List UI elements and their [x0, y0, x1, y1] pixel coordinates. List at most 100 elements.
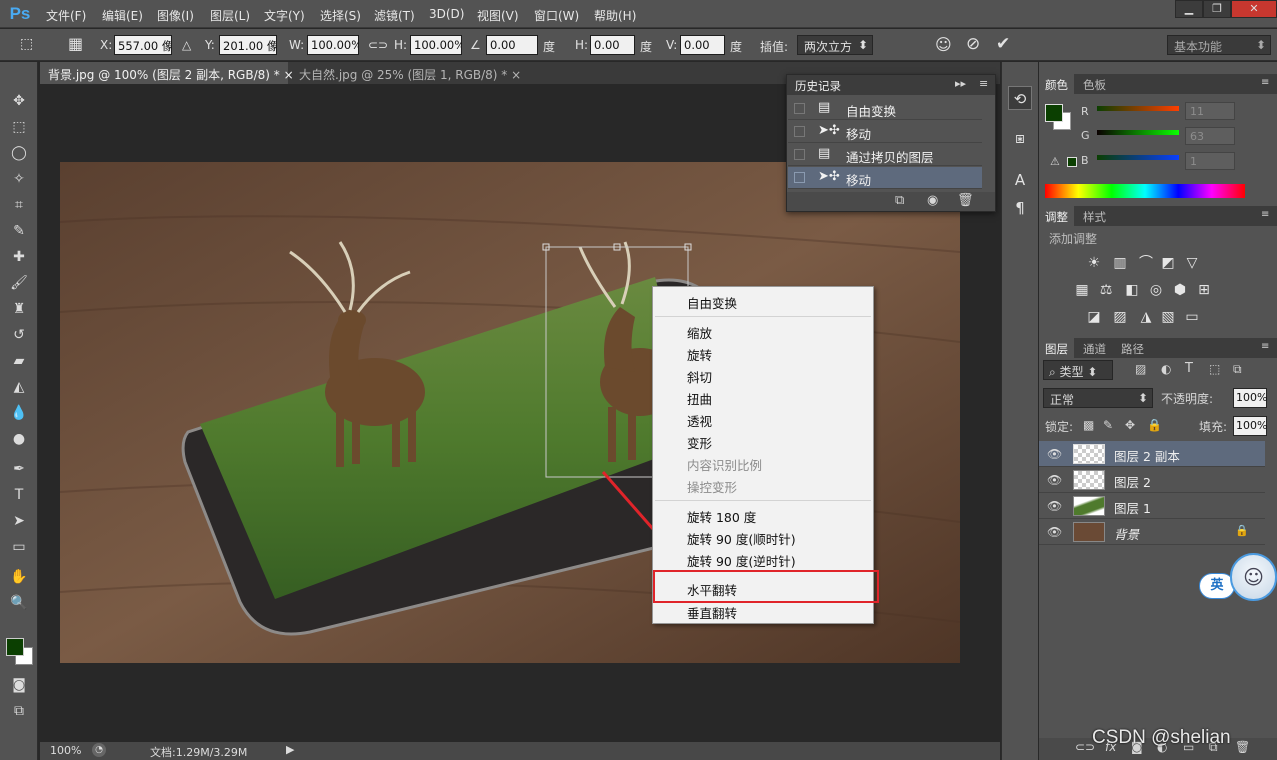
- photo-filter-icon[interactable]: ◎: [1147, 282, 1165, 298]
- pen-tool-icon[interactable]: ✒: [8, 458, 30, 480]
- collapse-icon[interactable]: ▸▸: [955, 77, 966, 90]
- tab-background-jpg[interactable]: 背景.jpg @ 100% (图层 2 副本, RGB/8) * ×: [40, 62, 294, 84]
- history-snapshot-checkbox[interactable]: [794, 149, 805, 160]
- history-item-selected[interactable]: ➤✣ 移动: [788, 167, 982, 189]
- menu-item-warp[interactable]: 变形: [687, 433, 712, 452]
- black-white-icon[interactable]: ◧: [1123, 282, 1141, 298]
- gamut-color[interactable]: [1067, 157, 1077, 167]
- new-document-from-state-icon[interactable]: ⧉: [895, 193, 904, 208]
- menu-item-perspective[interactable]: 透视: [687, 411, 712, 430]
- x-position-field[interactable]: 557.00 像: [114, 35, 172, 55]
- history-item[interactable]: ▤ 自由变换: [788, 98, 982, 120]
- menu-item-rotate[interactable]: 旋转: [687, 345, 712, 364]
- posterize-icon[interactable]: ▨: [1111, 309, 1129, 325]
- path-selection-tool-icon[interactable]: ➤: [8, 510, 30, 532]
- red-slider[interactable]: [1097, 106, 1179, 111]
- green-slider[interactable]: [1097, 130, 1179, 135]
- trash-icon[interactable]: 🗑: [1235, 740, 1250, 754]
- history-panel-title[interactable]: 历史记录: [795, 78, 841, 94]
- rectangle-tool-icon[interactable]: ▭: [8, 536, 30, 558]
- magic-wand-tool-icon[interactable]: ✧: [8, 168, 30, 190]
- exposure-icon[interactable]: ◩: [1159, 255, 1177, 271]
- height-field[interactable]: 100.00%: [410, 35, 462, 55]
- brightness-contrast-icon[interactable]: ☀: [1085, 255, 1103, 271]
- brush-tool-icon[interactable]: 🖌: [8, 272, 30, 294]
- type-tool-icon[interactable]: T: [8, 484, 30, 506]
- menu-item-rotate-180[interactable]: 旋转 180 度: [687, 507, 756, 526]
- tab-adjustments[interactable]: 调整: [1039, 206, 1074, 226]
- fill-field[interactable]: 100%: [1233, 416, 1267, 436]
- panel-menu-icon[interactable]: ≡: [1261, 209, 1269, 220]
- screen-mode-icon[interactable]: ⧉: [8, 700, 30, 722]
- menu-image[interactable]: 图像(I): [157, 7, 194, 24]
- foreground-color[interactable]: [1045, 104, 1063, 122]
- history-snapshot-checkbox[interactable]: [794, 103, 805, 114]
- tab-swatches[interactable]: 色板: [1077, 74, 1112, 94]
- menu-item-skew[interactable]: 斜切: [687, 367, 712, 386]
- layer-filter-select[interactable]: ⌕ 类型 ⬍: [1043, 360, 1113, 380]
- paragraph-panel-icon[interactable]: ¶: [1008, 196, 1032, 220]
- blue-value-field[interactable]: 1: [1185, 152, 1235, 170]
- threshold-icon[interactable]: ◮: [1137, 309, 1155, 325]
- minimize-button[interactable]: ▁: [1175, 0, 1203, 18]
- lock-position-icon[interactable]: ✥: [1125, 418, 1135, 432]
- selective-color-icon[interactable]: ▧: [1159, 309, 1177, 325]
- foreground-color-swatch[interactable]: [6, 638, 24, 656]
- visibility-eye-icon[interactable]: 👁: [1047, 473, 1062, 487]
- reference-point-icon[interactable]: ▦: [68, 34, 83, 53]
- history-snapshot-checkbox[interactable]: [794, 126, 805, 137]
- vertical-skew-field[interactable]: 0.00: [680, 35, 725, 55]
- color-spectrum-ramp[interactable]: [1045, 184, 1245, 198]
- delta-icon[interactable]: △: [182, 38, 191, 52]
- menu-view[interactable]: 视图(V): [477, 7, 519, 24]
- lock-icon[interactable]: 🔒: [1235, 524, 1249, 537]
- horizontal-skew-field[interactable]: 0.00: [590, 35, 635, 55]
- blend-mode-select[interactable]: 正常 ⬍: [1043, 388, 1153, 408]
- blur-tool-icon[interactable]: 💧: [8, 402, 30, 424]
- hue-saturation-icon[interactable]: ▦: [1073, 282, 1091, 298]
- blue-slider[interactable]: [1097, 155, 1179, 160]
- filter-adjustment-icon[interactable]: ◐: [1161, 362, 1171, 376]
- filter-shape-icon[interactable]: ⬚: [1209, 362, 1220, 376]
- menu-3d[interactable]: 3D(D): [429, 7, 464, 21]
- history-panel-icon[interactable]: ⟲: [1008, 86, 1032, 110]
- zoom-level[interactable]: 100%: [50, 744, 81, 757]
- commit-transform-icon[interactable]: ✔: [996, 34, 1010, 54]
- warning-icon[interactable]: ⚠: [1050, 155, 1060, 168]
- link-icon[interactable]: ⊂⊃: [368, 38, 388, 52]
- lasso-tool-icon[interactable]: ◯: [8, 142, 30, 164]
- curves-icon[interactable]: ⌒: [1137, 255, 1155, 271]
- warp-icon[interactable]: ☺: [935, 35, 952, 54]
- close-window-button[interactable]: ✕: [1231, 0, 1277, 18]
- menu-edit[interactable]: 编辑(E): [102, 7, 143, 24]
- camera-icon[interactable]: ◉: [927, 193, 938, 208]
- tab-channels[interactable]: 通道: [1077, 338, 1112, 358]
- filter-smart-object-icon[interactable]: ⧉: [1233, 362, 1242, 377]
- opacity-field[interactable]: 100%: [1233, 388, 1267, 408]
- lock-all-icon[interactable]: 🔒: [1147, 418, 1162, 432]
- layer-row-layer2-copy[interactable]: 👁 图层 2 副本: [1039, 441, 1265, 467]
- dodge-tool-icon[interactable]: ●: [8, 428, 30, 450]
- menu-item-flip-vertical[interactable]: 垂直翻转: [687, 603, 737, 622]
- status-icon[interactable]: ◔: [92, 743, 106, 757]
- history-item[interactable]: ➤✣ 移动: [788, 121, 982, 143]
- levels-icon[interactable]: ▥: [1111, 255, 1129, 271]
- menu-item-free-transform[interactable]: 自由变换: [687, 293, 737, 312]
- menu-select[interactable]: 选择(S): [320, 7, 361, 24]
- menu-item-distort[interactable]: 扭曲: [687, 389, 712, 408]
- visibility-eye-icon[interactable]: 👁: [1047, 499, 1062, 513]
- menu-type[interactable]: 文字(Y): [264, 7, 305, 24]
- panel-menu-icon[interactable]: ≡: [979, 77, 988, 90]
- visibility-eye-icon[interactable]: 👁: [1047, 525, 1062, 539]
- width-field[interactable]: 100.00%: [307, 35, 359, 55]
- lock-transparent-icon[interactable]: ▩: [1083, 418, 1094, 432]
- move-tool-preset-icon[interactable]: ⬚: [20, 36, 33, 52]
- move-tool-icon[interactable]: ✥: [8, 90, 30, 112]
- invert-icon[interactable]: ◪: [1085, 309, 1103, 325]
- tab-nature-jpg[interactable]: 大自然.jpg @ 25% (图层 1, RGB/8) * ×: [291, 62, 521, 84]
- history-snapshot-checkbox[interactable]: [794, 172, 805, 183]
- visibility-eye-icon[interactable]: 👁: [1047, 447, 1062, 461]
- gradient-map-icon[interactable]: ▭: [1183, 309, 1201, 325]
- restore-button[interactable]: ❐: [1203, 0, 1231, 18]
- channel-mixer-icon[interactable]: ⬢: [1171, 282, 1189, 298]
